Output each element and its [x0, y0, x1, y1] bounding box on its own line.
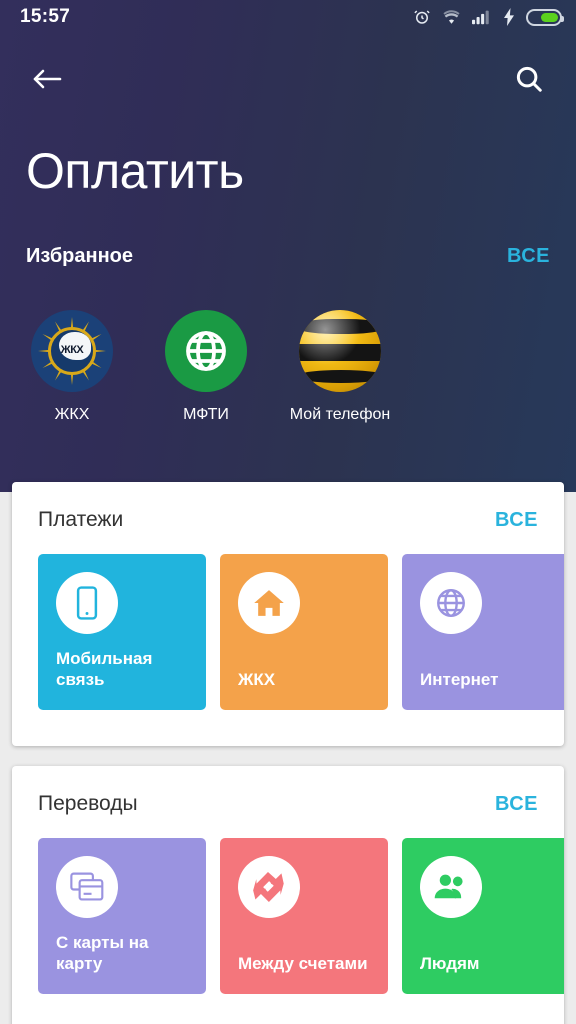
- transfers-all-link[interactable]: ВСЕ: [495, 793, 538, 816]
- search-icon: [516, 66, 542, 92]
- status-time: 15:57: [20, 6, 71, 27]
- icon-bubble: [238, 572, 300, 634]
- tile-label: Мобильная связь: [56, 648, 153, 689]
- icon-bubble: [238, 856, 300, 918]
- signal-icon: [472, 10, 489, 25]
- transfer-tile-between-accounts[interactable]: Между счетами: [220, 838, 388, 994]
- icon-bubble: [56, 572, 118, 634]
- favorites-all-link[interactable]: ВСЕ: [507, 245, 550, 268]
- mobile-phone-icon: [76, 586, 98, 620]
- icon-bubble: [56, 856, 118, 918]
- favorite-item-jkh[interactable]: ЖКХ ЖКХ: [26, 310, 118, 424]
- payments-all-link[interactable]: ВСЕ: [495, 509, 538, 532]
- favorite-item-my-phone[interactable]: Мой телефон: [290, 310, 390, 424]
- alarm-icon: [414, 10, 430, 24]
- transfers-title: Переводы: [38, 792, 138, 815]
- people-icon: [434, 874, 463, 899]
- transfers-header: Переводы ВСЕ: [12, 766, 564, 816]
- mfti-logo: [165, 310, 247, 392]
- tile-label: Между счетами: [238, 953, 368, 973]
- payment-tile-internet[interactable]: Интернет: [402, 554, 564, 710]
- sun-rays: ЖКХ: [37, 316, 107, 386]
- icon-bubble: [420, 572, 482, 634]
- beeline-gloss: [299, 310, 381, 392]
- transfer-tile-card-to-card[interactable]: С карты на карту: [38, 838, 206, 994]
- transfers-card: Переводы ВСЕ С карты на карту Между счет…: [12, 766, 564, 1024]
- status-icons: [413, 8, 564, 26]
- favorites-row: ЖКХ ЖКХ МФТИ Мой телефон: [26, 310, 390, 424]
- page-title: Оплатить: [26, 143, 244, 199]
- tile-label: Людям: [420, 953, 480, 973]
- back-arrow-icon: [33, 69, 62, 89]
- jkh-sun-logo: ЖКХ: [31, 310, 113, 392]
- payment-tile-mobile[interactable]: Мобильная связь: [38, 554, 206, 710]
- globe-icon: [186, 331, 226, 371]
- battery-icon: [526, 8, 564, 26]
- payments-title: Платежи: [38, 508, 124, 531]
- jkh-logo-text: ЖКХ: [60, 344, 84, 356]
- battery-fill: [540, 12, 558, 22]
- wifi-icon: [443, 10, 460, 24]
- favorite-item-mfti[interactable]: МФТИ: [160, 310, 252, 424]
- favorites-title: Избранное: [26, 245, 134, 267]
- payments-header: Платежи ВСЕ: [12, 482, 564, 532]
- tile-label: Интернет: [420, 669, 499, 689]
- home-icon: [254, 590, 284, 616]
- globe-icon: [437, 589, 465, 617]
- favorite-label: ЖКХ: [54, 406, 90, 423]
- icon-bubble: [420, 856, 482, 918]
- tile-label: С карты на карту: [56, 932, 149, 973]
- transfer-tile-people[interactable]: Людям: [402, 838, 564, 994]
- tile-label: ЖКХ: [238, 669, 276, 689]
- app-bar: [0, 48, 576, 110]
- search-button[interactable]: [506, 56, 552, 102]
- payments-tile-row: Мобильная связь ЖКХ Интернет: [12, 532, 564, 710]
- favorite-label: МФТИ: [183, 406, 229, 423]
- charging-bolt-icon: [504, 8, 514, 26]
- favorite-label: Мой телефон: [289, 406, 391, 423]
- favorites-header: Избранное ВСЕ: [26, 245, 550, 268]
- payments-card: Платежи ВСЕ Мобильная связь ЖКХ Интернет: [12, 482, 564, 746]
- cards-icon: [70, 872, 104, 901]
- payment-tile-jkh[interactable]: ЖКХ: [220, 554, 388, 710]
- exchange-arrows-icon: [253, 872, 284, 902]
- transfers-tile-row: С карты на карту Между счетами Людям: [12, 816, 564, 994]
- app-screen: 15:57 Оплатить Избранное ВСЕ ЖКХ ЖКХ МФТ…: [0, 0, 576, 1024]
- status-bar: 15:57: [0, 0, 576, 34]
- beeline-ball-logo: [299, 310, 381, 392]
- back-button[interactable]: [24, 56, 70, 102]
